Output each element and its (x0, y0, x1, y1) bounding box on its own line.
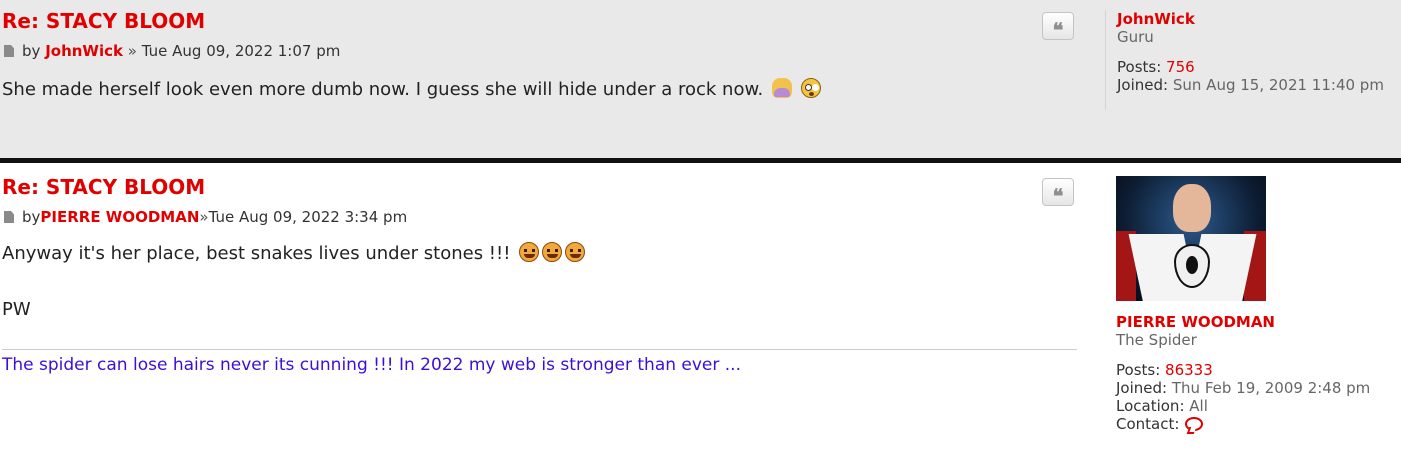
signature-divider (2, 349, 1077, 350)
post-author-link[interactable]: PIERRE WOODMAN (40, 208, 199, 226)
meta-separator: » (127, 42, 137, 60)
post-title[interactable]: Re: STACY BLOOM (2, 9, 205, 33)
smiling-devil-emoji-icon (519, 242, 540, 262)
profile-joined: Joined: Thu Feb 19, 2009 2:48 pm (1116, 379, 1371, 397)
quote-button[interactable]: ❝ (1042, 178, 1074, 206)
profile-posts-count-link[interactable]: 86333 (1165, 361, 1213, 379)
profile-username[interactable]: JohnWick (1117, 10, 1384, 28)
author-profile: PIERRE WOODMAN The Spider Posts: 86333 J… (1116, 176, 1370, 433)
profile-location: Location: All (1116, 397, 1208, 415)
meta-separator: » (199, 208, 209, 226)
profile-username[interactable]: PIERRE WOODMAN (1116, 313, 1370, 331)
quote-icon: ❝ (1052, 184, 1064, 208)
post-meta: by JohnWick » Tue Aug 09, 2022 1:07 pm (4, 42, 340, 60)
profile-posts: Posts: 86333 (1116, 361, 1213, 379)
post-title[interactable]: Re: STACY BLOOM (2, 175, 205, 199)
user-signature: The spider can lose hairs never its cunn… (2, 355, 741, 375)
facepalm-emoji-icon (771, 78, 792, 98)
profile-rank: Guru (1117, 28, 1154, 46)
post-johnwick: Re: STACY BLOOM by JohnWick » Tue Aug 09… (0, 0, 1401, 158)
chat-bubble-icon[interactable] (1185, 417, 1204, 431)
post-pierre-woodman: Re: STACY BLOOM by PIERRE WOODMAN» Tue Aug… (0, 163, 1401, 455)
post-meta: by PIERRE WOODMAN» Tue Aug 09, 2022 3:34 p… (4, 208, 407, 226)
post-date: Tue Aug 09, 2022 3:34 pm (208, 208, 408, 226)
smiling-devil-emoji-icon (542, 242, 563, 262)
post-author-link[interactable]: JohnWick (45, 42, 123, 60)
profile-contact: Contact: (1116, 415, 1370, 433)
profile-posts-count-link[interactable]: 756 (1166, 58, 1195, 76)
profile-rank: The Spider (1116, 331, 1197, 349)
post-text: Anyway it's her place, best snakes lives… (2, 243, 511, 264)
post-content: She made herself look even more dumb now… (2, 78, 821, 100)
quote-button[interactable]: ❝ (1042, 12, 1074, 40)
smiling-devil-emoji-icon (565, 242, 586, 262)
quote-icon: ❝ (1052, 18, 1064, 42)
post-date: Tue Aug 09, 2022 1:07 pm (141, 42, 341, 60)
by-label: by (22, 208, 41, 226)
author-profile: JohnWick Guru Posts: 756 Joined: Sun Aug… (1105, 10, 1384, 110)
post-content: Anyway it's her place, best snakes lives… (2, 242, 586, 264)
post-file-icon[interactable] (4, 45, 14, 57)
post-file-icon[interactable] (4, 211, 14, 223)
avatar[interactable] (1116, 176, 1266, 301)
post-text: She made herself look even more dumb now… (2, 79, 764, 100)
post-signoff: PW (2, 299, 31, 320)
profile-joined: Joined: Sun Aug 15, 2021 11:40 pm (1117, 76, 1384, 94)
profile-posts: Posts: 756 (1117, 58, 1195, 76)
flushed-face-emoji-icon (800, 78, 821, 98)
by-label: by (22, 42, 41, 60)
